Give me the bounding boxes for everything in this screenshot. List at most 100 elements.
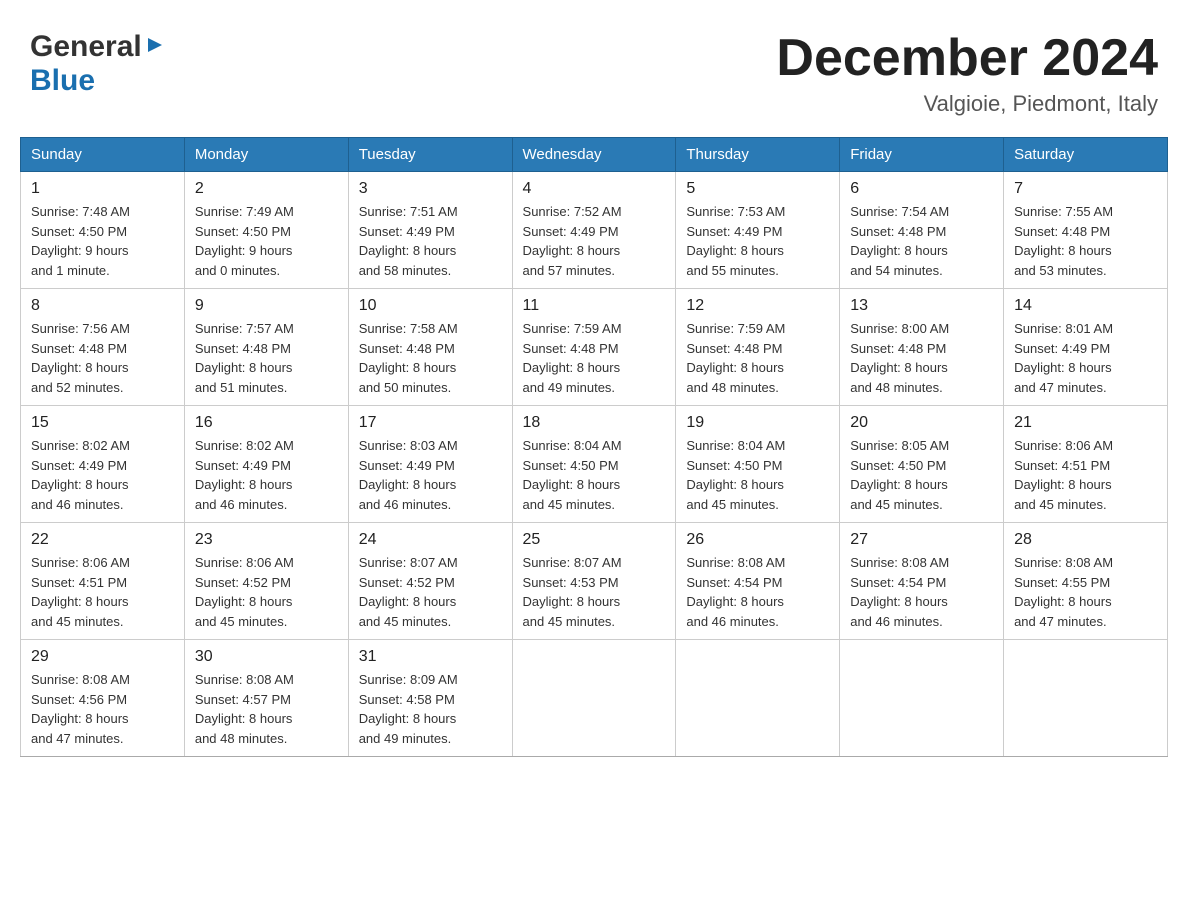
day-info: Sunrise: 8:04 AMSunset: 4:50 PMDaylight:…	[523, 436, 666, 514]
calendar-cell: 22 Sunrise: 8:06 AMSunset: 4:51 PMDayligh…	[21, 523, 185, 640]
day-info: Sunrise: 8:07 AMSunset: 4:52 PMDaylight:…	[359, 553, 502, 631]
day-number: 16	[195, 414, 338, 432]
day-number: 3	[359, 180, 502, 198]
calendar-cell: 2Sunrise: 7:49 AMSunset: 4:50 PMDaylight…	[184, 172, 348, 289]
day-number: 12	[686, 297, 829, 315]
calendar-cell	[840, 640, 1004, 757]
day-info: Sunrise: 7:58 AMSunset: 4:48 PMDaylight:…	[359, 319, 502, 397]
day-info: Sunrise: 8:00 AMSunset: 4:48 PMDaylight:…	[850, 319, 993, 397]
calendar-cell: 9 Sunrise: 7:57 AMSunset: 4:48 PMDaylight…	[184, 289, 348, 406]
day-number: 4	[523, 180, 666, 198]
day-number: 27	[850, 531, 993, 549]
day-number: 23	[195, 531, 338, 549]
calendar-cell: 15Sunrise: 8:02 AMSunset: 4:49 PMDayligh…	[21, 406, 185, 523]
col-header-tuesday: Tuesday	[348, 138, 512, 172]
day-number: 11	[523, 297, 666, 315]
calendar-cell: 3 Sunrise: 7:51 AMSunset: 4:49 PMDaylight…	[348, 172, 512, 289]
day-number: 18	[523, 414, 666, 432]
logo: General Blue	[30, 30, 166, 98]
day-number: 1	[31, 180, 174, 198]
day-info: Sunrise: 8:04 AMSunset: 4:50 PMDaylight:…	[686, 436, 829, 514]
day-info: Sunrise: 8:08 AMSunset: 4:54 PMDaylight:…	[850, 553, 993, 631]
day-number: 10	[359, 297, 502, 315]
day-number: 8	[31, 297, 174, 315]
day-info: Sunrise: 8:06 AMSunset: 4:51 PMDaylight:…	[31, 553, 174, 631]
calendar-cell: 8 Sunrise: 7:56 AMSunset: 4:48 PMDaylight…	[21, 289, 185, 406]
day-info: Sunrise: 8:02 AMSunset: 4:49 PMDaylight:…	[195, 436, 338, 514]
calendar-table: SundayMondayTuesdayWednesdayThursdayFrid…	[20, 137, 1168, 757]
day-info: Sunrise: 8:01 AMSunset: 4:49 PMDaylight:…	[1014, 319, 1157, 397]
title-block: December 2024 Valgioie, Piedmont, Italy	[776, 30, 1158, 117]
calendar-cell: 10 Sunrise: 7:58 AMSunset: 4:48 PMDayligh…	[348, 289, 512, 406]
calendar-cell: 6Sunrise: 7:54 AMSunset: 4:48 PMDaylight…	[840, 172, 1004, 289]
calendar-cell: 14Sunrise: 8:01 AMSunset: 4:49 PMDayligh…	[1004, 289, 1168, 406]
calendar-cell: 26 Sunrise: 8:08 AMSunset: 4:54 PMDayligh…	[676, 523, 840, 640]
page-header: General Blue December 2024 Valgioie, Pie…	[20, 20, 1168, 117]
day-info: Sunrise: 8:05 AMSunset: 4:50 PMDaylight:…	[850, 436, 993, 514]
day-number: 17	[359, 414, 502, 432]
day-number: 13	[850, 297, 993, 315]
col-header-thursday: Thursday	[676, 138, 840, 172]
month-title: December 2024	[776, 30, 1158, 87]
calendar-cell	[1004, 640, 1168, 757]
day-number: 24	[359, 531, 502, 549]
calendar-cell: 27 Sunrise: 8:08 AMSunset: 4:54 PMDayligh…	[840, 523, 1004, 640]
calendar-cell: 28 Sunrise: 8:08 AMSunset: 4:55 PMDayligh…	[1004, 523, 1168, 640]
calendar-cell: 1 Sunrise: 7:48 AMSunset: 4:50 PMDaylight…	[21, 172, 185, 289]
calendar-cell: 29Sunrise: 8:08 AMSunset: 4:56 PMDayligh…	[21, 640, 185, 757]
col-header-sunday: Sunday	[21, 138, 185, 172]
week-row-3: 15Sunrise: 8:02 AMSunset: 4:49 PMDayligh…	[21, 406, 1168, 523]
logo-general: General	[30, 30, 142, 64]
day-number: 25	[523, 531, 666, 549]
calendar-cell: 21 Sunrise: 8:06 AMSunset: 4:51 PMDayligh…	[1004, 406, 1168, 523]
day-info: Sunrise: 7:56 AMSunset: 4:48 PMDaylight:…	[31, 319, 174, 397]
day-info: Sunrise: 7:55 AMSunset: 4:48 PMDaylight:…	[1014, 202, 1157, 280]
day-info: Sunrise: 7:57 AMSunset: 4:48 PMDaylight:…	[195, 319, 338, 397]
day-info: Sunrise: 7:59 AMSunset: 4:48 PMDaylight:…	[523, 319, 666, 397]
calendar-cell: 13 Sunrise: 8:00 AMSunset: 4:48 PMDayligh…	[840, 289, 1004, 406]
day-info: Sunrise: 7:51 AMSunset: 4:49 PMDaylight:…	[359, 202, 502, 280]
day-number: 26	[686, 531, 829, 549]
calendar-cell: 11 Sunrise: 7:59 AMSunset: 4:48 PMDayligh…	[512, 289, 676, 406]
location-title: Valgioie, Piedmont, Italy	[776, 91, 1158, 117]
calendar-cell: 30Sunrise: 8:08 AMSunset: 4:57 PMDayligh…	[184, 640, 348, 757]
calendar-cell: 19 Sunrise: 8:04 AMSunset: 4:50 PMDayligh…	[676, 406, 840, 523]
week-row-5: 29Sunrise: 8:08 AMSunset: 4:56 PMDayligh…	[21, 640, 1168, 757]
col-header-wednesday: Wednesday	[512, 138, 676, 172]
day-info: Sunrise: 8:06 AMSunset: 4:51 PMDaylight:…	[1014, 436, 1157, 514]
day-number: 5	[686, 180, 829, 198]
week-row-2: 8 Sunrise: 7:56 AMSunset: 4:48 PMDaylight…	[21, 289, 1168, 406]
day-number: 31	[359, 648, 502, 666]
col-header-saturday: Saturday	[1004, 138, 1168, 172]
day-number: 7	[1014, 180, 1157, 198]
day-info: Sunrise: 7:48 AMSunset: 4:50 PMDaylight:…	[31, 202, 174, 280]
day-number: 6	[850, 180, 993, 198]
day-info: Sunrise: 8:09 AMSunset: 4:58 PMDaylight:…	[359, 670, 502, 748]
col-header-friday: Friday	[840, 138, 1004, 172]
col-header-monday: Monday	[184, 138, 348, 172]
day-info: Sunrise: 8:08 AMSunset: 4:55 PMDaylight:…	[1014, 553, 1157, 631]
day-number: 9	[195, 297, 338, 315]
day-info: Sunrise: 7:49 AMSunset: 4:50 PMDaylight:…	[195, 202, 338, 280]
day-info: Sunrise: 8:02 AMSunset: 4:49 PMDaylight:…	[31, 436, 174, 514]
calendar-cell: 5Sunrise: 7:53 AMSunset: 4:49 PMDaylight…	[676, 172, 840, 289]
day-info: Sunrise: 8:03 AMSunset: 4:49 PMDaylight:…	[359, 436, 502, 514]
week-row-1: 1 Sunrise: 7:48 AMSunset: 4:50 PMDaylight…	[21, 172, 1168, 289]
day-info: Sunrise: 8:07 AMSunset: 4:53 PMDaylight:…	[523, 553, 666, 631]
header-row: SundayMondayTuesdayWednesdayThursdayFrid…	[21, 138, 1168, 172]
calendar-cell: 25 Sunrise: 8:07 AMSunset: 4:53 PMDayligh…	[512, 523, 676, 640]
day-info: Sunrise: 8:08 AMSunset: 4:54 PMDaylight:…	[686, 553, 829, 631]
day-info: Sunrise: 8:08 AMSunset: 4:57 PMDaylight:…	[195, 670, 338, 748]
day-number: 22	[31, 531, 174, 549]
calendar-cell: 31 Sunrise: 8:09 AMSunset: 4:58 PMDayligh…	[348, 640, 512, 757]
day-info: Sunrise: 7:59 AMSunset: 4:48 PMDaylight:…	[686, 319, 829, 397]
calendar-cell: 20Sunrise: 8:05 AMSunset: 4:50 PMDayligh…	[840, 406, 1004, 523]
week-row-4: 22 Sunrise: 8:06 AMSunset: 4:51 PMDayligh…	[21, 523, 1168, 640]
day-number: 28	[1014, 531, 1157, 549]
calendar-cell: 23Sunrise: 8:06 AMSunset: 4:52 PMDayligh…	[184, 523, 348, 640]
calendar-cell: 16 Sunrise: 8:02 AMSunset: 4:49 PMDayligh…	[184, 406, 348, 523]
day-number: 21	[1014, 414, 1157, 432]
day-number: 19	[686, 414, 829, 432]
calendar-cell: 12 Sunrise: 7:59 AMSunset: 4:48 PMDayligh…	[676, 289, 840, 406]
calendar-cell	[512, 640, 676, 757]
